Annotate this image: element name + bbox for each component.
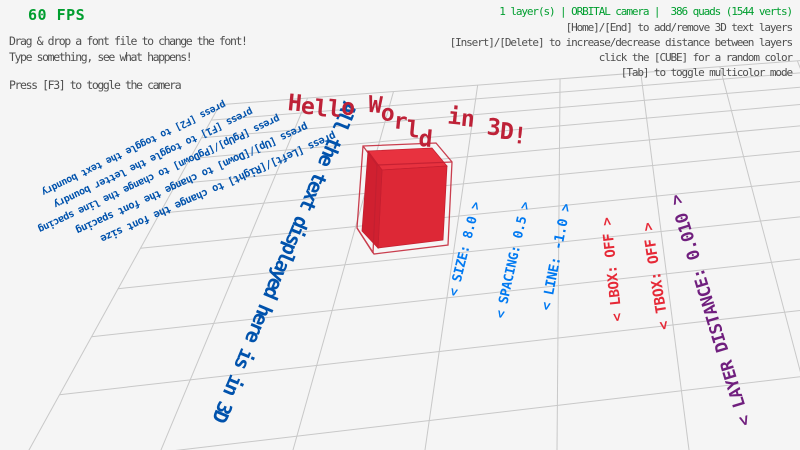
param-lbox-label: < LBOX: OFF > [599, 217, 626, 322]
help-layer-distance-keys: [Insert]/[Delete] to increase/decrease d… [450, 36, 792, 49]
red-cube[interactable] [357, 143, 452, 254]
hint-toggle-camera: Press [F3] to toggle the camera [9, 78, 180, 92]
text3d-demo-window: { "hud": { "fps_label": "60 FPS", "hint_… [0, 0, 800, 450]
help-click-cube: click the [CUBE] for a random color [599, 51, 792, 64]
info-title-3d-text: All the text displayed here is in 3D [207, 98, 362, 427]
param-size-label: < SIZE: 8.0 > [446, 200, 484, 298]
status-layers-camera-quads: 1 layer(s) | ORBITAL camera | 386 quads … [499, 5, 792, 18]
param-spacing-label: < SPACING: 0.5 > [493, 200, 533, 320]
help-add-remove-layers: [Home]/[End] to add/remove 3D text layer… [566, 21, 792, 34]
help-multicolor-mode: [Tab] to toggle multicolor mode [621, 66, 792, 79]
hint-drag-drop-font: Drag & drop a font file to change the fo… [9, 34, 247, 48]
param-line-label: < LINE: -1.0 > [538, 202, 574, 312]
fps-counter: 60 FPS [28, 6, 85, 24]
hint-type-something: Type something, see what happens! [9, 50, 191, 64]
param-layer-distance-label: < LAYER DISTANCE: 0.010 > [666, 192, 756, 429]
cube-front-face[interactable] [378, 166, 447, 248]
